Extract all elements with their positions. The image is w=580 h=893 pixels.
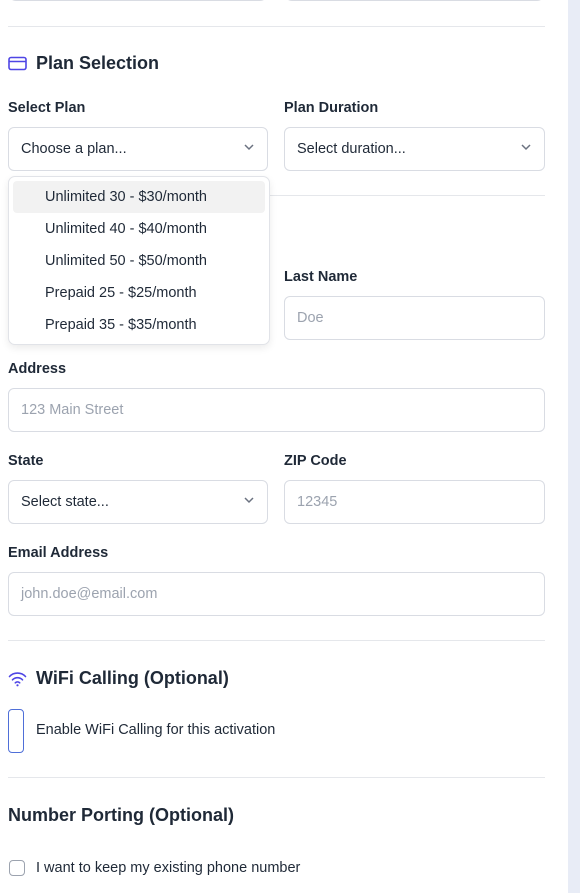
previous-field-left — [8, 0, 268, 1]
section-divider — [8, 26, 545, 27]
section-divider — [8, 777, 545, 778]
wifi-section-title-text: WiFi Calling (Optional) — [36, 668, 229, 688]
last-name-label: Last Name — [284, 269, 358, 285]
section-divider — [8, 640, 545, 641]
zip-code-label: ZIP Code — [284, 453, 347, 469]
plan-option[interactable]: Unlimited 30 - $30/month — [13, 181, 265, 213]
email-input[interactable]: john.doe@email.com — [8, 572, 545, 616]
address-input[interactable]: 123 Main Street — [8, 388, 545, 432]
credit-card-icon — [8, 56, 27, 71]
state-dropdown[interactable]: Select state... — [8, 480, 268, 524]
wifi-icon — [8, 671, 27, 687]
select-plan-value: Choose a plan... — [21, 141, 127, 157]
last-name-input[interactable]: Doe — [284, 296, 545, 340]
select-plan-dropdown[interactable]: Choose a plan... — [8, 127, 268, 171]
address-placeholder: 123 Main Street — [21, 402, 124, 418]
zip-code-input[interactable]: 12345 — [284, 480, 545, 524]
state-label: State — [8, 453, 44, 469]
chevron-down-icon — [243, 141, 255, 157]
plan-section-title-text: Plan Selection — [36, 53, 160, 73]
scrollbar[interactable] — [568, 0, 580, 893]
plan-section-title: Plan Selection — [8, 53, 159, 74]
plan-duration-value: Select duration... — [297, 141, 406, 157]
select-plan-label: Select Plan — [8, 100, 86, 116]
last-name-placeholder: Doe — [297, 310, 324, 326]
plan-option[interactable]: Prepaid 25 - $25/month — [13, 277, 265, 309]
chevron-down-icon — [243, 494, 255, 510]
email-placeholder: john.doe@email.com — [21, 586, 158, 602]
previous-field-right — [284, 0, 545, 1]
plan-option[interactable]: Unlimited 50 - $50/month — [13, 245, 265, 277]
plan-option[interactable]: Prepaid 35 - $35/month — [13, 309, 265, 341]
plan-duration-dropdown[interactable]: Select duration... — [284, 127, 545, 171]
number-porting-checkbox-label[interactable]: I want to keep my existing phone number — [36, 860, 300, 876]
plan-duration-label: Plan Duration — [284, 100, 379, 116]
porting-section-title: Number Porting (Optional) — [8, 805, 234, 826]
state-value: Select state... — [21, 494, 109, 510]
email-label: Email Address — [8, 545, 109, 561]
wifi-section-title: WiFi Calling (Optional) — [8, 668, 229, 689]
plan-option[interactable]: Unlimited 40 - $40/month — [13, 213, 265, 245]
wifi-calling-checkbox-label[interactable]: Enable WiFi Calling for this activation — [36, 722, 275, 738]
porting-section-title-text: Number Porting (Optional) — [8, 805, 234, 825]
wifi-calling-checkbox[interactable] — [8, 709, 24, 753]
number-porting-checkbox[interactable] — [9, 860, 25, 876]
plan-options-dropdown: Unlimited 30 - $30/month Unlimited 40 - … — [8, 176, 270, 345]
chevron-down-icon — [520, 141, 532, 157]
zip-code-placeholder: 12345 — [297, 494, 338, 510]
address-label: Address — [8, 361, 67, 377]
